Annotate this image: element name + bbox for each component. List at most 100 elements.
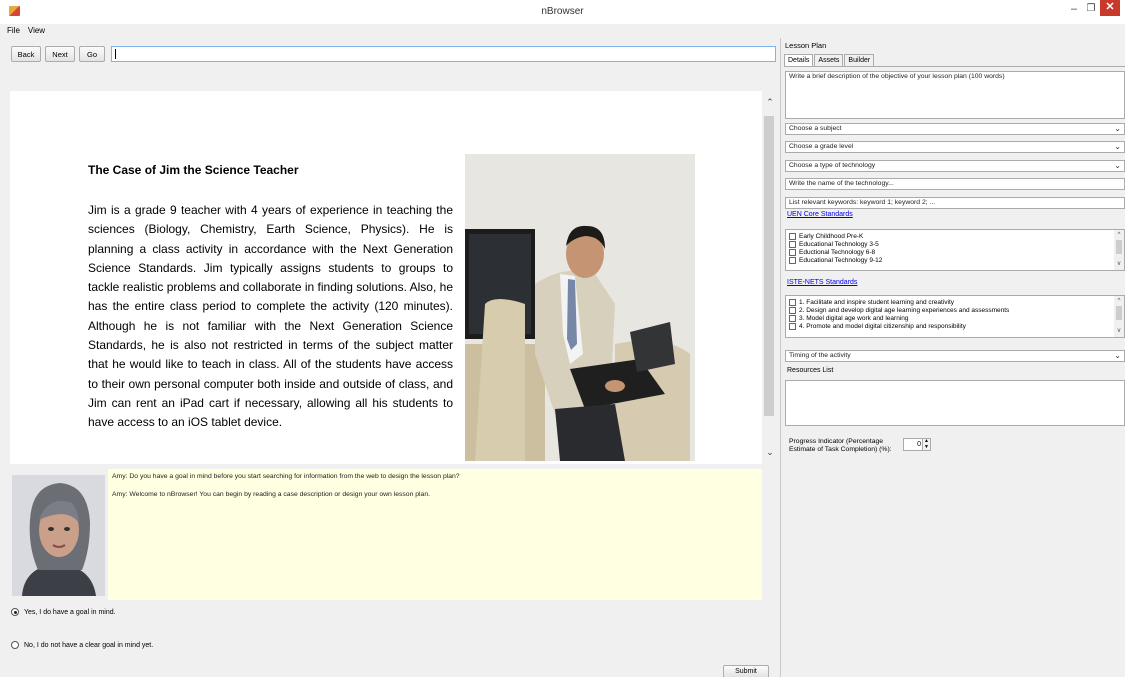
checkbox[interactable] <box>789 240 796 248</box>
article-title: The Case of Jim the Science Teacher <box>88 163 299 177</box>
chevron-down-icon: ⌄ <box>1114 161 1121 170</box>
option-yes[interactable]: Yes, I do have a goal in mind. <box>11 608 116 616</box>
technology-type-select[interactable]: Choose a type of technology ⌄ <box>785 160 1125 172</box>
back-button[interactable]: Back <box>11 46 41 62</box>
lesson-plan-label: Lesson Plan <box>785 41 827 50</box>
checkbox[interactable] <box>789 314 796 322</box>
chevron-down-icon: ⌄ <box>1114 124 1121 133</box>
uen-standards-list[interactable]: Early Childhood Pre-K Educational Techno… <box>785 229 1125 271</box>
panel-splitter[interactable] <box>780 38 781 677</box>
list-item-label: 1. Facilitate and inspire student learni… <box>799 298 955 306</box>
maximize-button[interactable]: ❐ <box>1083 0 1099 18</box>
stepper-arrows[interactable]: ▲ ▼ <box>922 438 930 450</box>
submit-button[interactable]: Submit <box>723 665 769 677</box>
subject-value: Choose a subject <box>789 125 842 132</box>
iste-standards-link[interactable]: ISTE-NETS Standards <box>787 279 857 286</box>
list-item-label: 3. Model digital age work and learning <box>799 314 909 322</box>
scroll-up-icon[interactable]: ⌃ <box>762 97 778 108</box>
technology-name-input[interactable]: Write the name of the technology... <box>785 178 1125 190</box>
checkbox[interactable] <box>789 256 796 264</box>
menu-bar: File View <box>0 24 780 38</box>
list-item-label: Educational Technology 9-12 <box>799 256 883 264</box>
keywords-input[interactable]: List relevant keywords: keyword 1; keywo… <box>785 197 1125 209</box>
checkbox[interactable] <box>789 232 796 240</box>
checkbox[interactable] <box>789 306 796 314</box>
list-item[interactable]: Educational Technology 3-5 <box>786 240 1124 248</box>
details-tab-body <box>784 66 1125 677</box>
objective-textarea[interactable]: Write a brief description of the objecti… <box>785 71 1125 119</box>
scroll-up-icon[interactable]: ^ <box>1114 298 1124 304</box>
scroll-down-icon[interactable]: v <box>1114 328 1124 334</box>
radio-no[interactable] <box>11 641 19 649</box>
list-item[interactable]: 3. Model digital age work and learning <box>786 314 1124 322</box>
list-item[interactable]: 4. Promote and model digital citizenship… <box>786 322 1124 330</box>
text-caret <box>115 49 116 59</box>
timing-value: Timing of the activity <box>789 352 851 359</box>
teacher-photo-art <box>465 154 695 461</box>
title-bar: nBrowser – ❐ ✕ <box>0 0 1125 24</box>
menu-view[interactable]: View <box>28 24 45 38</box>
list-item[interactable]: 1. Facilitate and inspire student learni… <box>786 298 1124 306</box>
scroll-down-icon[interactable]: v <box>1114 261 1124 267</box>
iste-list-scrollbar[interactable]: ^ v <box>1114 296 1124 337</box>
list-item-label: Educational Technology 3-5 <box>799 240 879 248</box>
window-title: nBrowser <box>541 6 584 17</box>
grade-value: Choose a grade level <box>789 143 854 150</box>
close-button[interactable]: ✕ <box>1100 0 1120 16</box>
option-no-label: No, I do not have a clear goal in mind y… <box>24 641 154 649</box>
chat-message: Amy: Do you have a goal in mind before y… <box>112 473 460 480</box>
uen-standards-link[interactable]: UEN Core Standards <box>787 211 853 218</box>
chevron-down-icon: ⌄ <box>1114 142 1121 151</box>
chevron-down-icon: ⌄ <box>1114 351 1121 360</box>
chat-scrollbar[interactable] <box>762 469 778 600</box>
grade-select[interactable]: Choose a grade level ⌄ <box>785 141 1125 153</box>
scroll-up-icon[interactable]: ^ <box>1114 232 1124 238</box>
radio-yes[interactable] <box>11 608 19 616</box>
uen-list-scrollbar[interactable]: ^ v <box>1114 230 1124 270</box>
agent-avatar <box>12 475 105 596</box>
scroll-down-icon[interactable]: ⌄ <box>762 447 778 458</box>
teacher-photo <box>465 154 695 461</box>
progress-label: Progress Indicator (Percentage Estimate … <box>789 438 892 453</box>
list-item-label: 2. Design and develop digital age learni… <box>799 306 1010 314</box>
progress-stepper[interactable]: 0 ▲ ▼ <box>903 438 931 451</box>
content-scroll-thumb[interactable] <box>764 116 774 416</box>
subject-select[interactable]: Choose a subject ⌄ <box>785 123 1125 135</box>
list-item-label: Eductional Technology 6-8 <box>799 248 876 256</box>
iste-list-scroll-thumb[interactable] <box>1116 306 1122 320</box>
checkbox[interactable] <box>789 298 796 306</box>
progress-value: 0 <box>917 441 921 448</box>
iste-standards-list[interactable]: 1. Facilitate and inspire student learni… <box>785 295 1125 338</box>
list-item[interactable]: Educational Technology 9-12 <box>786 256 1124 264</box>
list-item[interactable]: Eductional Technology 6-8 <box>786 248 1124 256</box>
checkbox[interactable] <box>789 322 796 330</box>
tab-builder[interactable]: Builder <box>844 54 875 66</box>
objective-placeholder: Write a brief description of the objecti… <box>789 73 1005 80</box>
list-item[interactable]: 2. Design and develop digital age learni… <box>786 306 1124 314</box>
checkbox[interactable] <box>789 248 796 256</box>
progress-label-line: Progress Indicator (Percentage <box>789 438 884 445</box>
tab-assets[interactable]: Assets <box>814 54 844 66</box>
list-item-label: Early Childhood Pre-K <box>799 232 864 240</box>
article-body: Jim is a grade 9 teacher with 4 years of… <box>88 203 453 430</box>
option-no[interactable]: No, I do not have a clear goal in mind y… <box>11 641 153 649</box>
progress-label-line: Estimate of Task Completion) (%): <box>789 445 892 453</box>
uen-list-scroll-thumb[interactable] <box>1116 240 1122 254</box>
address-input[interactable] <box>111 46 776 62</box>
menu-file[interactable]: File <box>7 24 20 38</box>
timing-select[interactable]: Timing of the activity ⌄ <box>785 350 1125 362</box>
chat-message: Amy: Welcome to nBrowser! You can begin … <box>112 491 430 498</box>
minimize-button[interactable]: – <box>1066 0 1082 18</box>
go-button[interactable]: Go <box>79 46 105 62</box>
next-button[interactable]: Next <box>45 46 75 62</box>
technology-name-placeholder: Write the name of the technology... <box>789 180 894 187</box>
technology-type-value: Choose a type of technology <box>789 162 876 169</box>
list-item[interactable]: Early Childhood Pre-K <box>786 232 1124 240</box>
agent-avatar-art <box>12 475 105 596</box>
chat-box <box>108 469 762 600</box>
option-yes-label: Yes, I do have a goal in mind. <box>24 608 116 616</box>
content-scrollbar[interactable]: ⌃ ⌄ <box>762 91 778 464</box>
resources-label: Resources List <box>787 367 834 374</box>
list-item-label: 4. Promote and model digital citizenship… <box>799 322 966 330</box>
resources-textarea[interactable] <box>785 380 1125 426</box>
